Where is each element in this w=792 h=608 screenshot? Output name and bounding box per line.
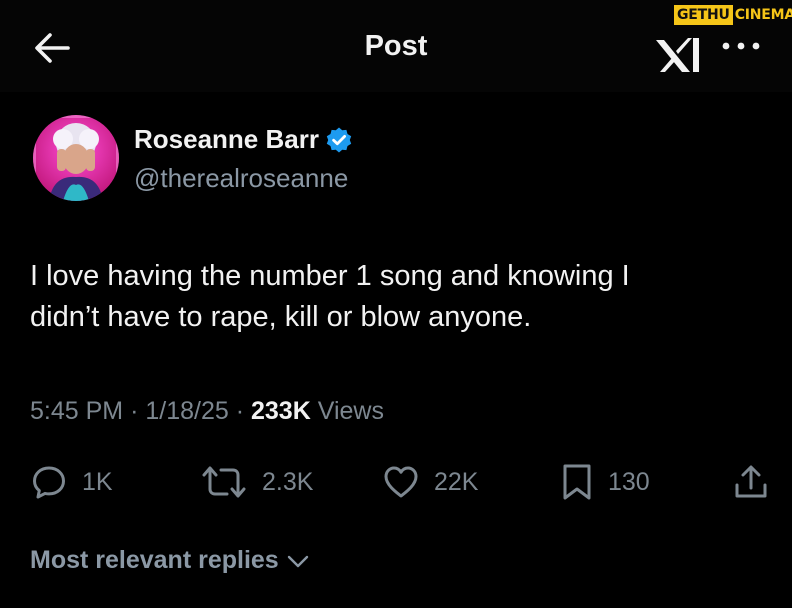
author-name-row: Roseanne Barr (134, 124, 353, 155)
watermark-part2: CINEMA (734, 7, 792, 23)
tweet-date[interactable]: 1/18/25 (145, 397, 228, 425)
chevron-down-icon (287, 555, 308, 567)
replies-sort-dropdown[interactable]: Most relevant replies (30, 546, 311, 575)
repost-button[interactable]: 2.3K (200, 462, 313, 502)
author-avatar[interactable] (33, 115, 119, 201)
meta-separator: · (235, 397, 245, 425)
tweet-line: didn’t have to rape, kill or blow anyone… (30, 301, 532, 333)
tweet-time[interactable]: 5:45 PM (30, 397, 123, 425)
tweet-line: I love having the number 1 song and know… (30, 260, 630, 292)
share-icon (735, 465, 767, 498)
replies-sort-label: Most relevant replies (30, 546, 279, 574)
bookmark-count: 130 (608, 467, 650, 496)
meta-separator: · (130, 397, 139, 425)
more-horizontal-icon (722, 42, 760, 50)
repost-icon (202, 466, 246, 498)
views-count[interactable]: 233K (251, 397, 311, 425)
bookmark-button[interactable]: 130 (560, 462, 650, 502)
bookmark-icon (563, 464, 591, 500)
more-options-button[interactable] (718, 34, 764, 58)
x-logo-icon (656, 38, 699, 72)
tweet-meta: 5:45 PM · 1/18/25 · 233K Views (30, 397, 384, 426)
reply-icon (33, 466, 65, 499)
like-count: 22K (434, 467, 479, 496)
share-button[interactable] (732, 462, 770, 502)
reply-count: 1K (82, 467, 113, 496)
views-label: Views (317, 397, 384, 425)
reply-button[interactable]: 1K (30, 462, 113, 502)
avatar-image (33, 115, 119, 201)
watermark-part1: GETHU (674, 5, 733, 25)
repost-count: 2.3K (262, 467, 314, 496)
heart-icon (384, 466, 418, 498)
verified-badge-icon (326, 127, 352, 152)
author-name[interactable]: Roseanne Barr (134, 124, 319, 155)
author-handle[interactable]: @therealroseanne (134, 163, 348, 194)
top-bar: Post GETHU CINEMA (0, 0, 792, 92)
like-button[interactable]: 22K (382, 462, 478, 502)
channel-watermark: GETHU CINEMA (674, 5, 792, 25)
tweet-body: I love having the number 1 song and know… (30, 256, 760, 338)
